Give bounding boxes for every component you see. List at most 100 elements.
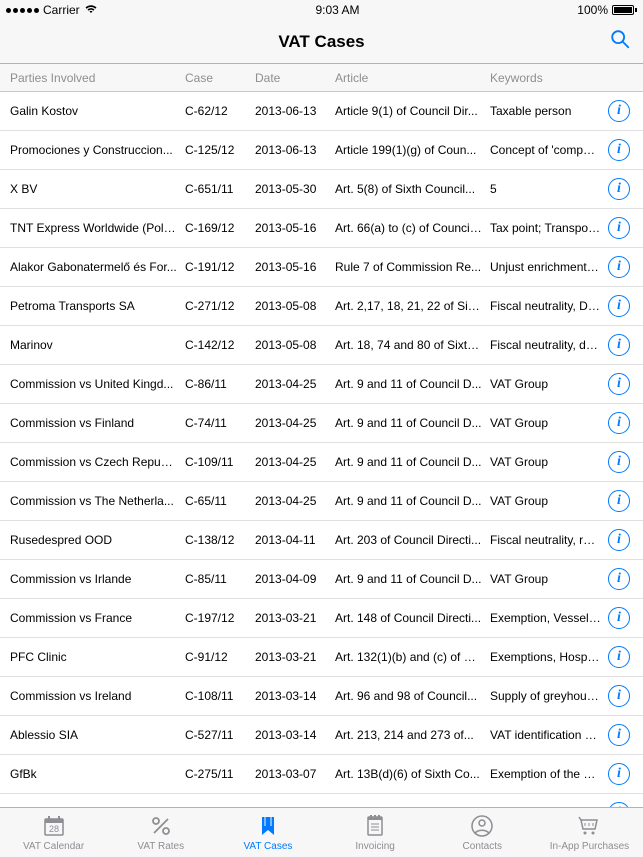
cell-keywords: 5 <box>490 182 605 196</box>
info-button[interactable]: i <box>608 373 630 395</box>
cell-parties: Commission vs Irlande <box>10 572 185 586</box>
tab-label: VAT Cases <box>243 841 292 852</box>
table-row[interactable]: Commission vs FranceC-197/122013-03-21Ar… <box>0 599 643 638</box>
table-row[interactable]: Commission vs FinlandC-74/112013-04-25Ar… <box>0 404 643 443</box>
cell-keywords: Fiscal neutrality, refund,... <box>490 533 605 547</box>
info-button[interactable]: i <box>608 724 630 746</box>
cell-date: 2013-04-25 <box>255 416 335 430</box>
header-keywords[interactable]: Keywords <box>490 71 605 85</box>
table-row[interactable]: MarinovC-142/122013-05-08Art. 18, 74 and… <box>0 326 643 365</box>
cell-parties: Commission vs Finland <box>10 416 185 430</box>
cell-article: Article 9(1) of Council Dir... <box>335 104 490 118</box>
info-button[interactable]: i <box>608 295 630 317</box>
header-case[interactable]: Case <box>185 71 255 85</box>
table-row[interactable]: GfBkC-275/112013-03-07Art. 13B(d)(6) of … <box>0 755 643 794</box>
table-row[interactable]: Alakor Gabonatermelő és For...C-191/1220… <box>0 248 643 287</box>
calendar-icon: 28 <box>41 813 67 839</box>
cell-parties: X BV <box>10 182 185 196</box>
cell-date: 2013-05-08 <box>255 338 335 352</box>
info-button[interactable]: i <box>608 763 630 785</box>
tab-cases[interactable]: VAT Cases <box>214 808 321 857</box>
tab-rates[interactable]: VAT Rates <box>107 808 214 857</box>
tab-invoicing[interactable]: Invoicing <box>322 808 429 857</box>
header-date[interactable]: Date <box>255 71 335 85</box>
header-article[interactable]: Article <box>335 71 490 85</box>
table-row[interactable]: Rusedespred OODC-138/122013-04-11Art. 20… <box>0 521 643 560</box>
info-button[interactable]: i <box>608 256 630 278</box>
invoicing-icon <box>362 813 388 839</box>
search-button[interactable] <box>609 28 631 55</box>
cell-date: 2013-04-25 <box>255 494 335 508</box>
carrier-label: Carrier <box>43 3 80 17</box>
cell-keywords: VAT Group <box>490 377 605 391</box>
cell-case: C-62/12 <box>185 104 255 118</box>
table-row[interactable]: Efir OODC-19/122013-03-07Art. 62, 63, 65… <box>0 794 643 807</box>
cell-article: Art. 9 and 11 of Council D... <box>335 377 490 391</box>
cell-keywords: VAT Group <box>490 416 605 430</box>
table-row[interactable]: Petroma Transports SAC-271/122013-05-08A… <box>0 287 643 326</box>
table-row[interactable]: Galin KostovC-62/122013-06-13Article 9(1… <box>0 92 643 131</box>
tab-label: VAT Calendar <box>23 841 84 852</box>
cell-case: C-271/12 <box>185 299 255 313</box>
info-button[interactable]: i <box>608 139 630 161</box>
info-button[interactable]: i <box>608 685 630 707</box>
cell-keywords: Exemption, Vessels use... <box>490 611 605 625</box>
status-right: 100% <box>577 3 637 17</box>
table-row[interactable]: TNT Express Worldwide (Pola...C-169/1220… <box>0 209 643 248</box>
cell-parties: Ablessio SIA <box>10 728 185 742</box>
table-row[interactable]: Promociones y Construccion...C-125/12201… <box>0 131 643 170</box>
cell-article: Art. 9 and 11 of Council D... <box>335 416 490 430</box>
cell-article: Art. 213, 214 and 273 of... <box>335 728 490 742</box>
tab-label: In-App Purchases <box>550 841 630 852</box>
table-row[interactable]: Commission vs Czech RepublicC-109/112013… <box>0 443 643 482</box>
info-button[interactable]: i <box>608 607 630 629</box>
info-button[interactable]: i <box>608 529 630 551</box>
cell-case: C-74/11 <box>185 416 255 430</box>
info-icon: i <box>617 338 621 352</box>
cell-date: 2013-05-16 <box>255 260 335 274</box>
cell-article: Article 199(1)(g) of Coun... <box>335 143 490 157</box>
info-button[interactable]: i <box>608 451 630 473</box>
cell-parties: Petroma Transports SA <box>10 299 185 313</box>
table-row[interactable]: Commission vs IrelandC-108/112013-03-14A… <box>0 677 643 716</box>
cell-case: C-197/12 <box>185 611 255 625</box>
cell-case: C-275/11 <box>185 767 255 781</box>
info-button[interactable]: i <box>608 412 630 434</box>
table-row[interactable]: Commission vs The Netherla...C-65/112013… <box>0 482 643 521</box>
tab-contacts[interactable]: Contacts <box>429 808 536 857</box>
info-button[interactable]: i <box>608 178 630 200</box>
cell-case: C-108/11 <box>185 689 255 703</box>
battery-icon <box>612 5 637 15</box>
header-parties[interactable]: Parties Involved <box>10 71 185 85</box>
table-row[interactable]: Ablessio SIAC-527/112013-03-14Art. 213, … <box>0 716 643 755</box>
tab-label: Contacts <box>463 841 502 852</box>
info-button[interactable]: i <box>608 217 630 239</box>
cell-keywords: Tax point; Transport and... <box>490 221 605 235</box>
table-row[interactable]: PFC ClinicC-91/122013-03-21Art. 132(1)(b… <box>0 638 643 677</box>
info-icon: i <box>617 299 621 313</box>
cases-table[interactable]: Galin KostovC-62/122013-06-13Article 9(1… <box>0 92 643 807</box>
cell-keywords: Concept of 'compulsory... <box>490 143 605 157</box>
cell-article: Art. 9 and 11 of Council D... <box>335 455 490 469</box>
cell-keywords: Exemption of the manag... <box>490 767 605 781</box>
info-button[interactable]: i <box>608 334 630 356</box>
cell-parties: Commission vs Czech Republic <box>10 455 185 469</box>
tab-purchases[interactable]: In-App Purchases <box>536 808 643 857</box>
cell-parties: Commission vs Ireland <box>10 689 185 703</box>
info-button[interactable]: i <box>608 100 630 122</box>
info-button[interactable]: i <box>608 568 630 590</box>
info-button[interactable]: i <box>608 646 630 668</box>
table-header: Parties Involved Case Date Article Keywo… <box>0 64 643 92</box>
table-row[interactable]: Commission vs United Kingd...C-86/112013… <box>0 365 643 404</box>
info-button[interactable]: i <box>608 490 630 512</box>
tab-label: Invoicing <box>355 841 394 852</box>
table-row[interactable]: X BVC-651/112013-05-30Art. 5(8) of Sixth… <box>0 170 643 209</box>
table-row[interactable]: Commission vs IrlandeC-85/112013-04-09Ar… <box>0 560 643 599</box>
cell-date: 2013-05-30 <box>255 182 335 196</box>
search-icon <box>609 28 631 50</box>
page-title: VAT Cases <box>278 32 364 52</box>
cell-case: C-138/12 <box>185 533 255 547</box>
info-icon: i <box>617 611 621 625</box>
cell-parties: TNT Express Worldwide (Pola... <box>10 221 185 235</box>
tab-calendar[interactable]: 28 VAT Calendar <box>0 808 107 857</box>
